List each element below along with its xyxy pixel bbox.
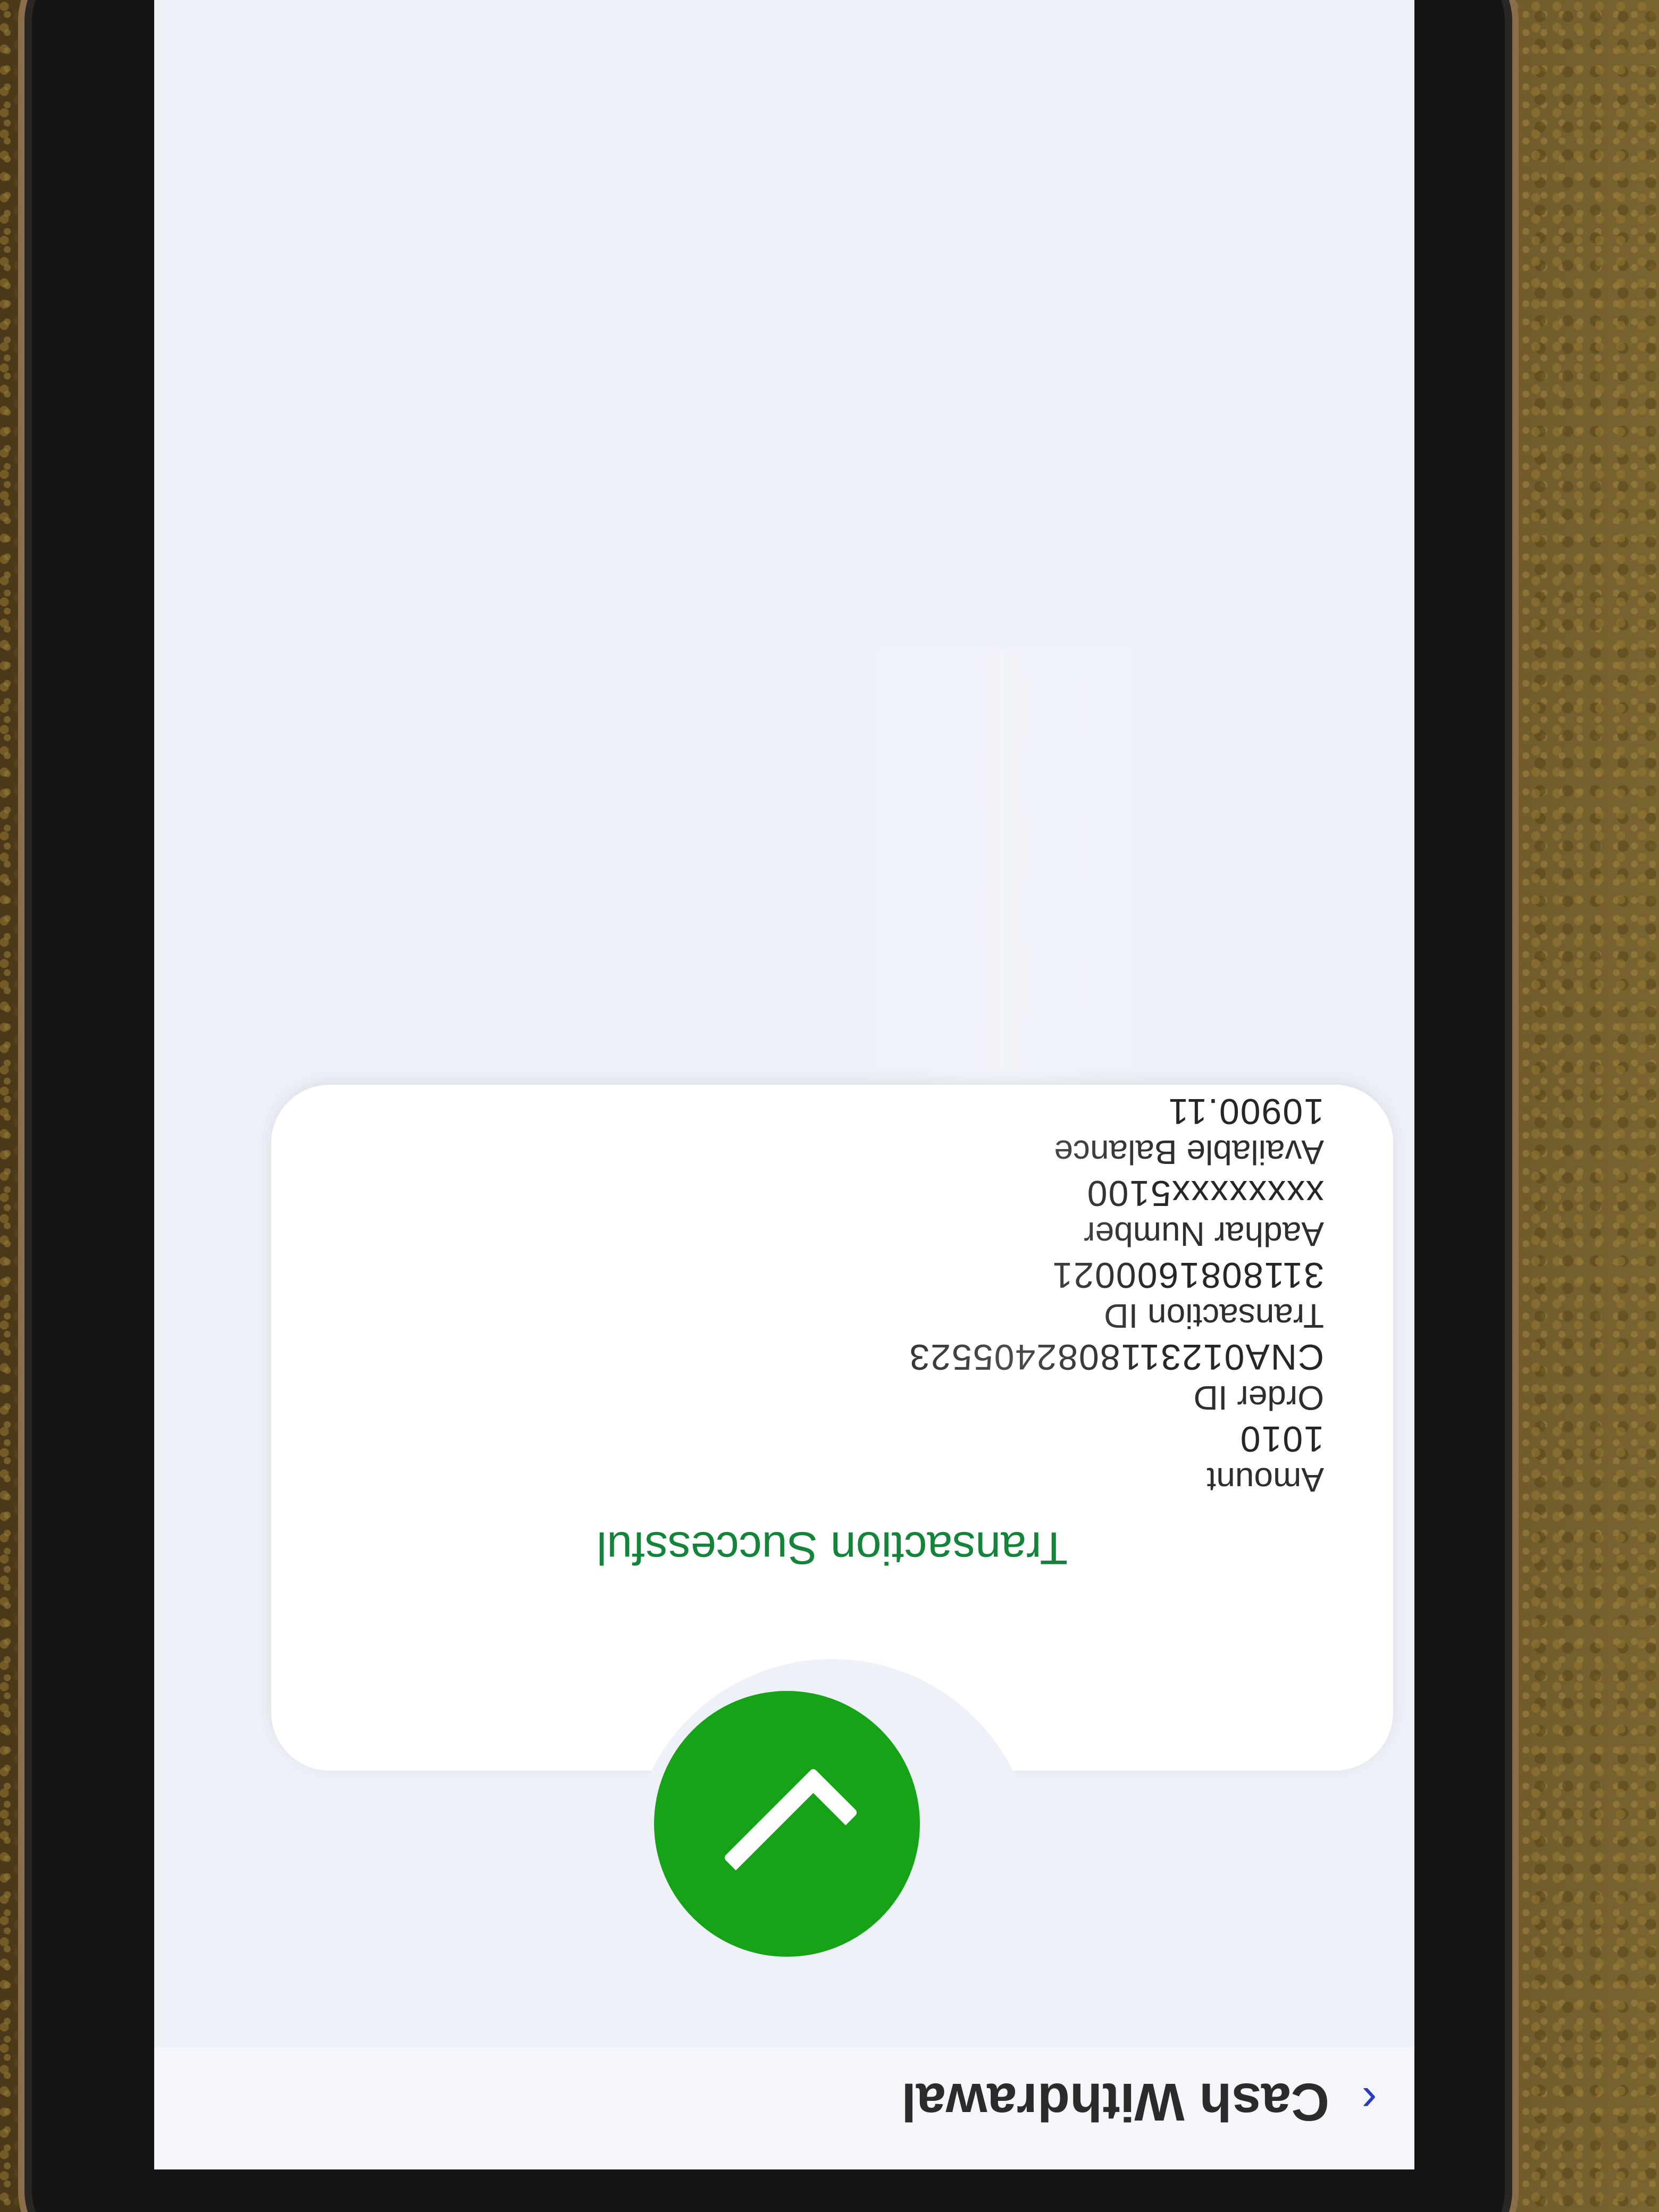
app-screen: ‹ Cash Withdrawal Transaction Successful… [154, 0, 1414, 2169]
status-title: Transaction Successful [597, 1522, 1068, 1573]
detail-label: Amount [1206, 1461, 1324, 1499]
detail-row-aadhar-number: Aadhar Number xxxxxxxx5100 [908, 1172, 1324, 1254]
check-icon [723, 1767, 859, 1903]
detail-label: Available Balance [1054, 1133, 1324, 1171]
detail-value: 3118081600021 [1051, 1255, 1324, 1295]
detail-label: Transaction ID [1104, 1297, 1324, 1335]
rotated-app-view: ‹ Cash Withdrawal Transaction Successful… [154, 0, 1414, 2169]
detail-value: 10900.11 [1167, 1091, 1324, 1132]
detail-value: CNA0123118082405523 [908, 1337, 1324, 1377]
phone-frame: ‹ Cash Withdrawal Transaction Successful… [32, 0, 1505, 2212]
page-title: Cash Withdrawal [901, 2072, 1329, 2132]
detail-label: Order ID [1193, 1379, 1324, 1417]
detail-label: Aadhar Number [1084, 1215, 1324, 1253]
detail-row-available-balance: Available Balance 10900.11 [908, 1090, 1324, 1172]
success-badge [654, 1691, 920, 1957]
transaction-receipt-card: Transaction Successful Amount 1010 Order… [271, 1085, 1393, 1861]
app-header: ‹ Cash Withdrawal [154, 2047, 1414, 2169]
detail-value: xxxxxxxx5100 [1086, 1173, 1324, 1213]
detail-row-transaction-id: Transaction ID 3118081600021 [908, 1254, 1324, 1336]
chevron-left-icon[interactable]: ‹ [1351, 2075, 1388, 2126]
phone-screen: ‹ Cash Withdrawal Transaction Successful… [154, 0, 1414, 2169]
detail-row-amount: Amount 1010 [908, 1418, 1324, 1499]
detail-row-order-id: Order ID CNA0123118082405523 [908, 1336, 1324, 1418]
detail-value: 1010 [1239, 1419, 1324, 1459]
transaction-details: Amount 1010 Order ID CNA0123118082405523… [908, 1090, 1324, 1499]
